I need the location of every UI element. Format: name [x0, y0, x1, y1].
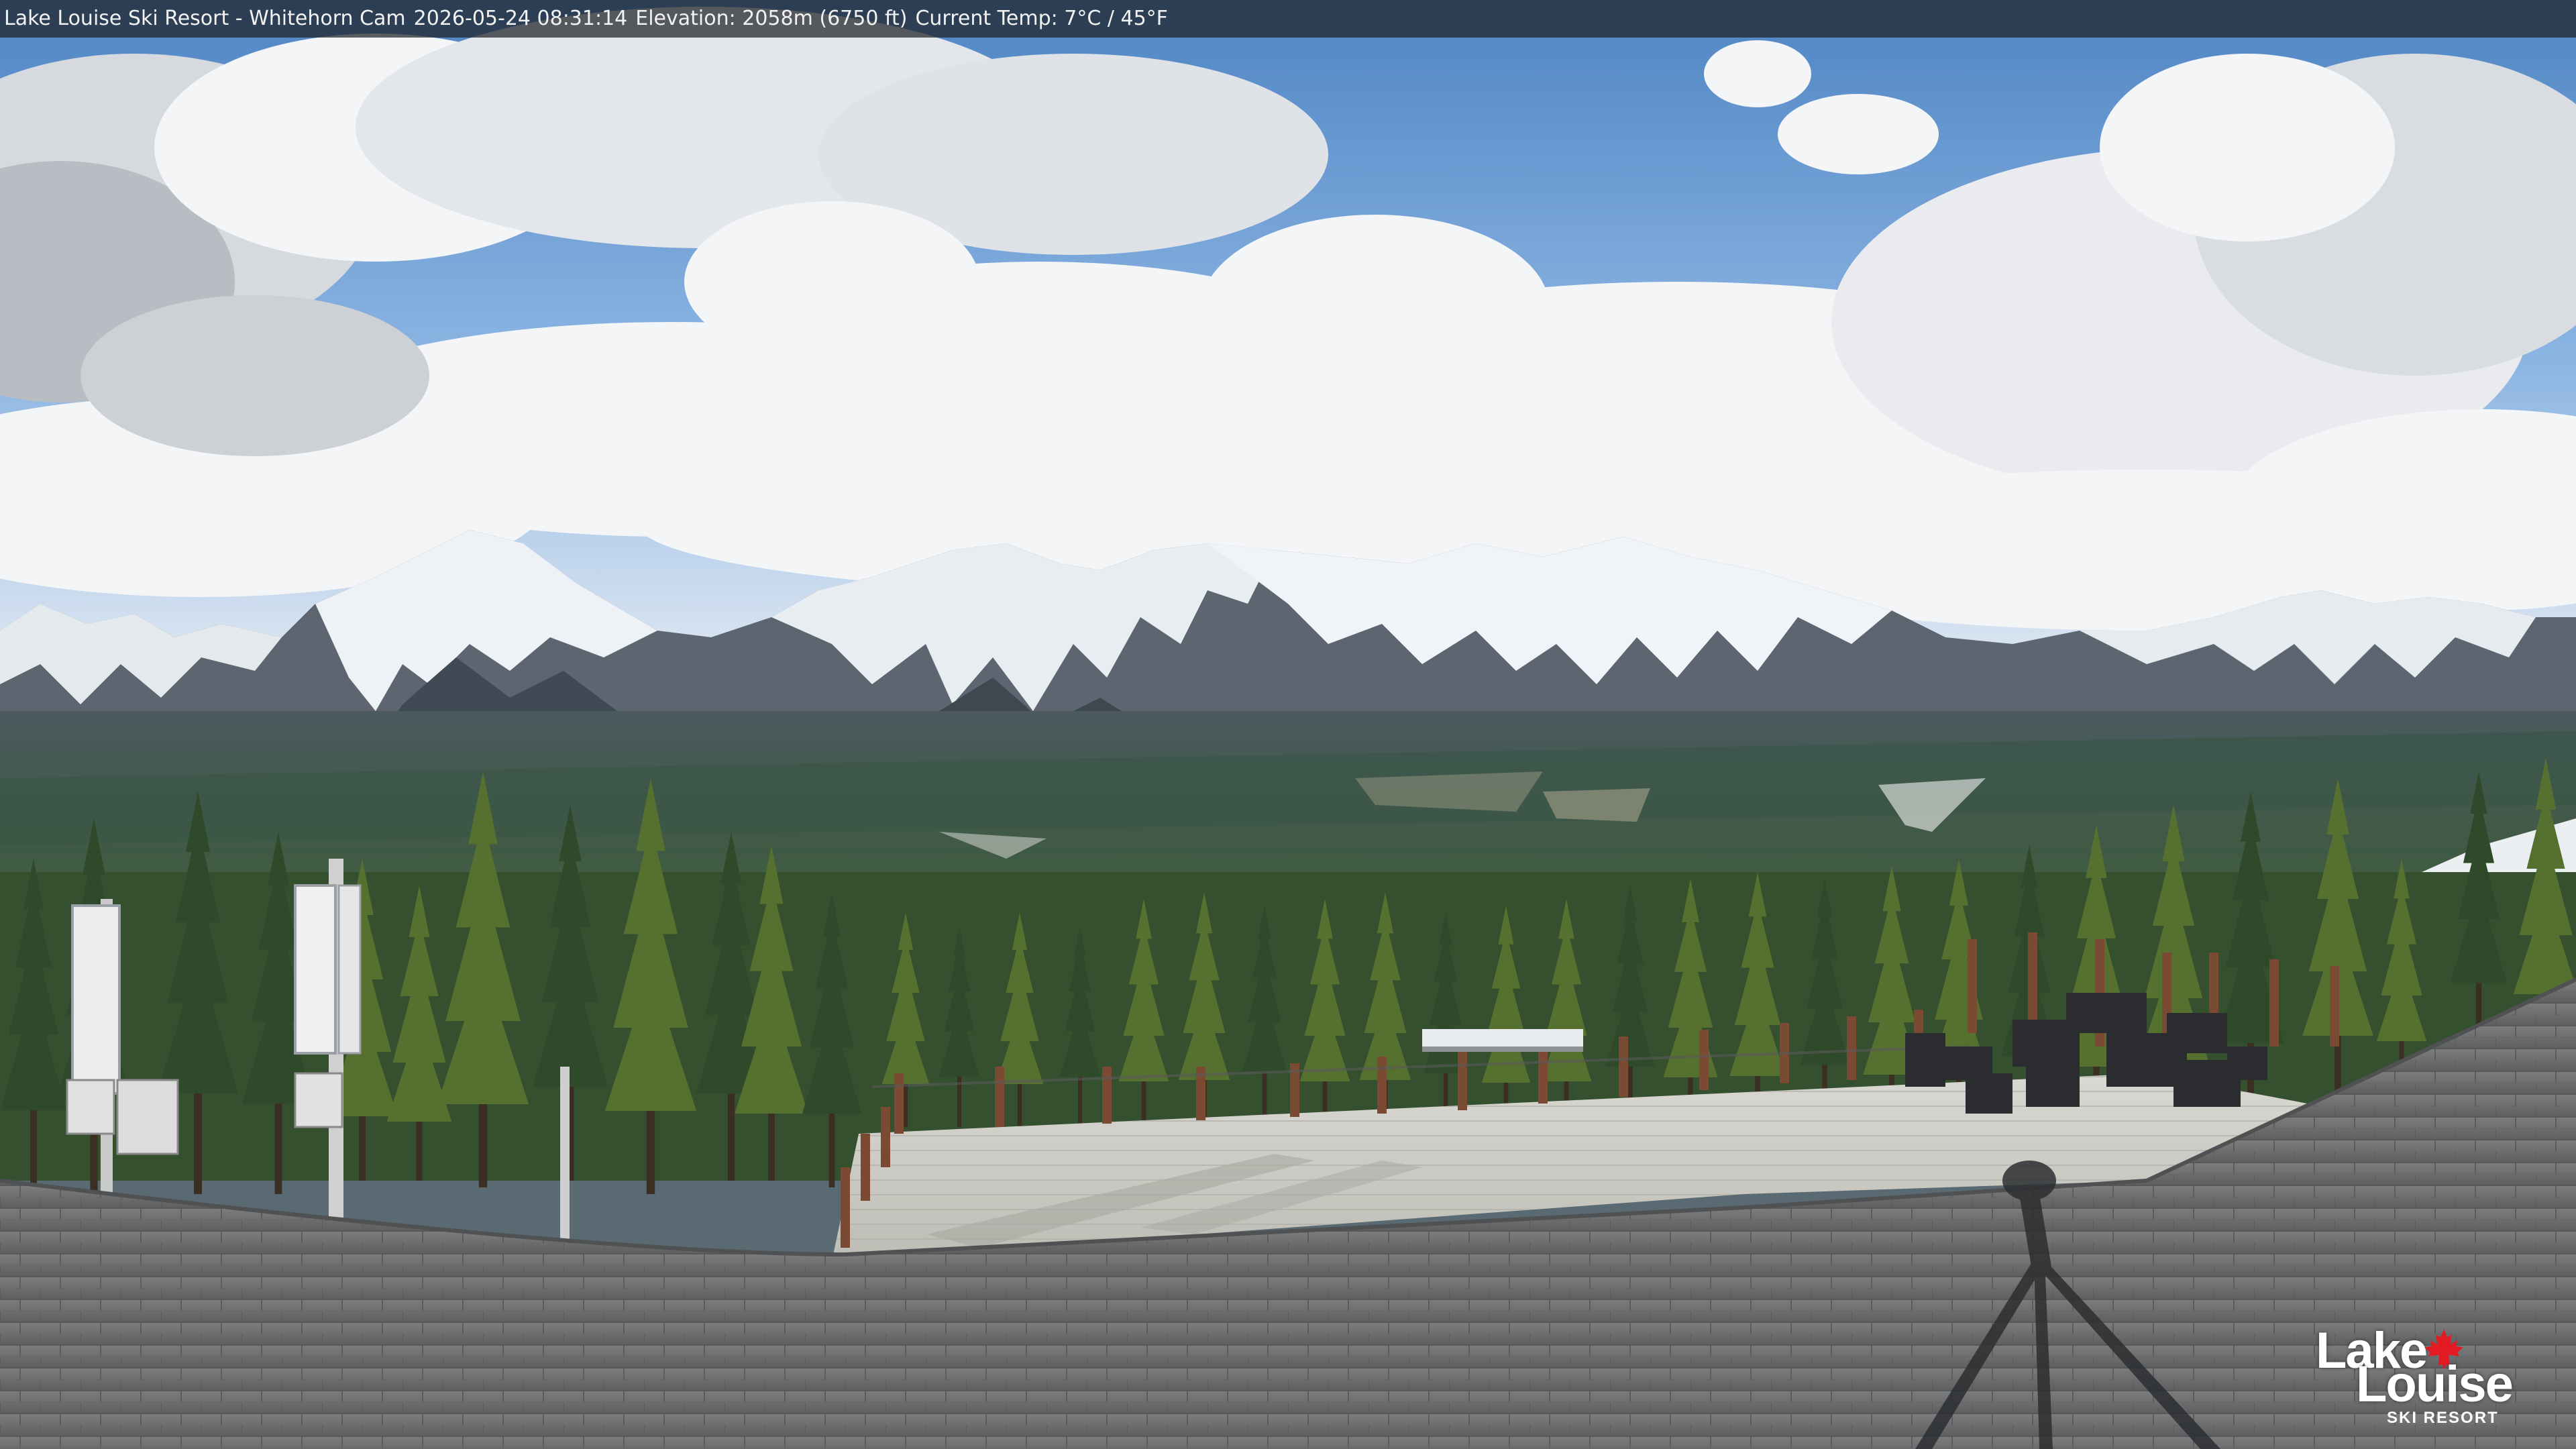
logo-tagline: SKI RESORT	[2387, 1409, 2499, 1427]
resort-camera-name: Lake Louise Ski Resort - Whitehorn Cam	[4, 7, 406, 30]
lake-louise-logo: Lake Louise SKI RESORT	[2308, 1322, 2514, 1429]
timestamp-text: 2026-05-24 08:31:14	[413, 7, 628, 30]
temperature-text: Current Temp: 7°C / 45°F	[915, 7, 1168, 30]
webcam-info-bar: Lake Louise Ski Resort - Whitehorn Cam 20…	[0, 0, 2576, 38]
webcam-scene	[0, 0, 2576, 1449]
elevation-text: Elevation: 2058m (6750 ft)	[635, 7, 908, 30]
logo-word-louise: Louise	[2356, 1356, 2514, 1413]
